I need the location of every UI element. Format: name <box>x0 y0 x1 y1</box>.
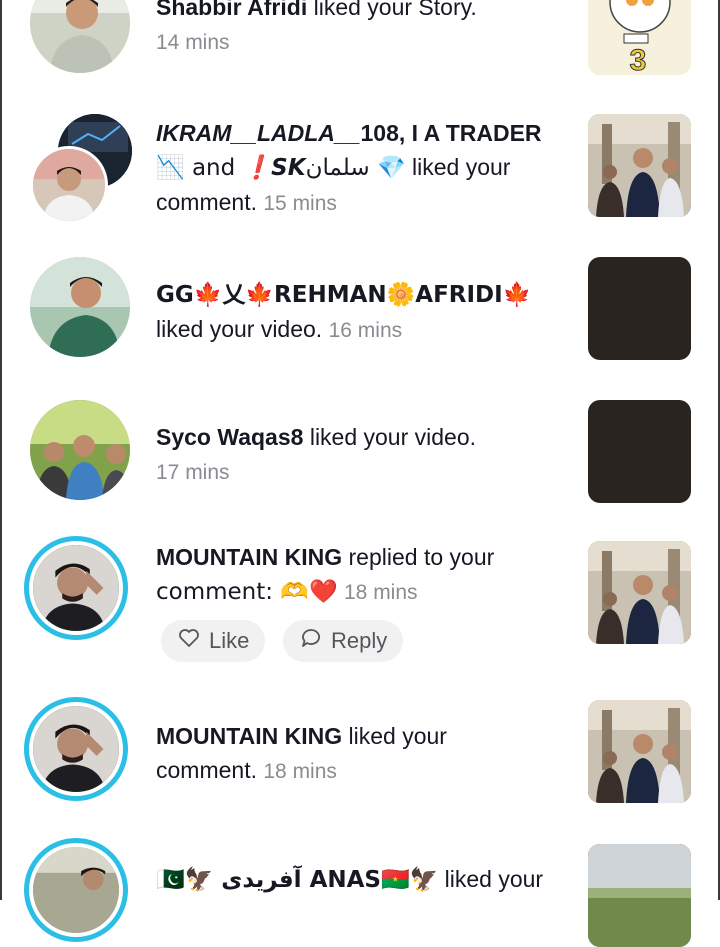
action-text: comment. <box>156 757 257 783</box>
notification-text: MOUNTAIN KING liked your comment. 18 min… <box>156 719 556 789</box>
user-name[interactable]: IKRAM__LADLA__ <box>156 120 360 146</box>
like-button[interactable]: Like <box>161 620 266 662</box>
user-name[interactable]: Shabbir Afridi <box>156 0 307 20</box>
action-text: 📉 and <box>156 155 243 181</box>
user-name-suffix[interactable]: 108, I A TRADER <box>360 120 541 146</box>
video-thumbnail[interactable] <box>588 400 691 503</box>
action-text: liked your Story. <box>307 0 477 20</box>
avatar-with-story-ring[interactable] <box>24 838 128 942</box>
comment-bubble-icon <box>299 626 323 656</box>
notification-text: IKRAM__LADLA__108, I A TRADER 📉 and ❗SKس… <box>156 116 556 221</box>
second-user-name[interactable]: ❗SK <box>243 155 306 181</box>
user-name[interactable]: GG🍁乂🍁REHMAN🌼AFRIDI🍁 <box>156 282 531 308</box>
timestamp: 18 mins <box>344 581 418 604</box>
action-text: liked your <box>405 154 511 180</box>
timestamp: 15 mins <box>263 192 337 215</box>
action-text: replied to your <box>342 544 495 570</box>
timestamp: 14 mins <box>156 31 230 54</box>
notification-text: GG🍁乂🍁REHMAN🌼AFRIDI🍁 liked your video. 16… <box>156 277 556 348</box>
video-thumbnail[interactable] <box>588 541 691 644</box>
notification-text: 🇵🇰🦅 آفریدی ANAS🇧🇫🦅 liked your <box>156 862 556 897</box>
video-thumbnail[interactable] <box>588 700 691 803</box>
avatar[interactable] <box>30 400 130 500</box>
reply-text: comment: 🫶❤️ <box>156 579 338 605</box>
video-thumbnail[interactable] <box>588 114 691 217</box>
timestamp: 17 mins <box>156 461 230 484</box>
svg-text:3: 3 <box>630 44 647 75</box>
video-thumbnail[interactable] <box>588 844 691 947</box>
avatar[interactable] <box>30 0 130 73</box>
avatar[interactable] <box>30 146 108 224</box>
notification-text: Shabbir Afridi liked your Story. 14 mins <box>156 0 556 60</box>
avatar-with-story-ring[interactable] <box>24 697 128 801</box>
story-thumbnail[interactable]: 3 <box>588 0 691 75</box>
avatar-with-story-ring[interactable] <box>24 536 128 640</box>
user-name[interactable]: MOUNTAIN KING <box>156 723 342 749</box>
user-name[interactable]: 🇵🇰🦅 آفریدی ANAS🇧🇫🦅 <box>156 867 438 893</box>
video-thumbnail[interactable] <box>588 257 691 360</box>
action-text: liked your video. <box>303 424 477 450</box>
action-text: comment. <box>156 189 257 215</box>
timestamp: 18 mins <box>263 760 337 783</box>
action-text: liked your <box>438 866 544 892</box>
notification-text: Syco Waqas8 liked your video. 17 mins <box>156 420 556 490</box>
second-user-name-tail[interactable]: سلمان 💎 <box>306 155 406 181</box>
user-name[interactable]: MOUNTAIN KING <box>156 544 342 570</box>
timestamp: 16 mins <box>328 319 403 342</box>
action-text: liked your <box>342 723 447 749</box>
user-name[interactable]: Syco Waqas8 <box>156 424 303 450</box>
like-label: Like <box>209 628 250 653</box>
action-text: liked your video. <box>156 316 323 342</box>
heart-icon <box>177 626 201 656</box>
reply-button[interactable]: Reply <box>283 620 404 662</box>
left-frame-edge <box>0 0 2 900</box>
notification-text: MOUNTAIN KING replied to your comment: 🫶… <box>156 540 556 610</box>
avatar[interactable] <box>30 257 130 357</box>
reply-label: Reply <box>331 628 388 653</box>
